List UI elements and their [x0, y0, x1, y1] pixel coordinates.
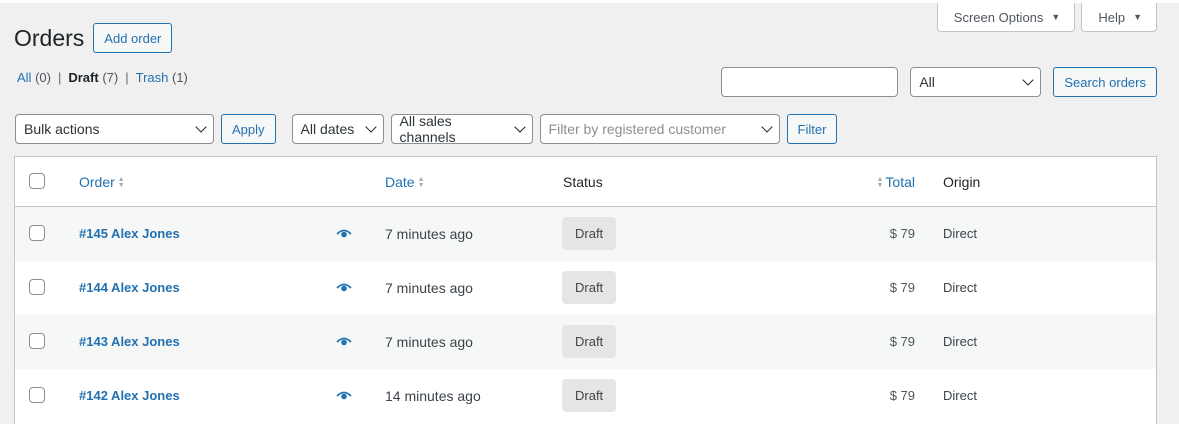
bulk-actions-value: Bulk actions: [24, 121, 100, 137]
order-total: $ 79: [889, 226, 915, 241]
caret-down-icon: ▼: [1051, 12, 1061, 22]
column-date[interactable]: Date ▲ ▼: [385, 174, 425, 190]
view-trash-count: (1): [171, 70, 188, 85]
table-row[interactable]: #144 Alex Jones 7 minutes ago Draft $ 79…: [15, 261, 1156, 315]
screen-meta-links: Screen Options ▼ Help ▼: [936, 3, 1157, 32]
order-origin: Direct: [943, 334, 977, 349]
chevron-down-icon: [514, 121, 526, 133]
orders-table: Order ▲ ▼ Date ▲ ▼ Status ▲ ▼ Total Origin #14…: [14, 156, 1157, 424]
eye-icon[interactable]: [336, 390, 352, 402]
row-checkbox[interactable]: [29, 387, 45, 403]
select-all-checkbox[interactable]: [29, 173, 45, 189]
sort-icon: ▲ ▼: [876, 176, 884, 190]
view-all-link[interactable]: All: [17, 70, 31, 85]
order-date: 7 minutes ago: [385, 226, 473, 242]
eye-icon[interactable]: [336, 228, 352, 240]
search-input[interactable]: [721, 67, 899, 97]
dates-select[interactable]: All dates: [291, 114, 384, 144]
view-trash-link[interactable]: Trash: [136, 70, 169, 85]
dates-value: All dates: [300, 121, 355, 137]
search-filter-value: All: [919, 74, 935, 90]
customer-filter-placeholder: Filter by registered customer: [548, 121, 726, 137]
status-badge: Draft: [562, 325, 617, 358]
order-date: 14 minutes ago: [385, 388, 481, 404]
caret-down-icon: ▼: [1133, 12, 1142, 22]
status-views: All (0) | Draft (7) | Trash (1): [17, 70, 188, 85]
eye-icon[interactable]: [336, 282, 352, 294]
column-order-label: Order: [79, 174, 115, 190]
order-link[interactable]: #145 Alex Jones: [79, 226, 180, 241]
row-checkbox[interactable]: [29, 225, 45, 241]
status-badge: Draft: [562, 379, 617, 412]
column-origin: Origin: [943, 174, 981, 190]
order-total: $ 79: [889, 388, 915, 403]
search-orders-button[interactable]: Search orders: [1053, 67, 1157, 97]
search-filter-select[interactable]: All: [910, 67, 1042, 97]
column-date-label: Date: [385, 174, 415, 190]
column-order[interactable]: Order ▲ ▼: [79, 174, 125, 190]
page-header: Orders Add order: [14, 23, 173, 53]
order-date: 7 minutes ago: [385, 334, 473, 350]
row-checkbox[interactable]: [29, 279, 45, 295]
table-row[interactable]: #143 Alex Jones 7 minutes ago Draft $ 79…: [15, 315, 1156, 369]
customer-filter-select[interactable]: Filter by registered customer: [539, 114, 780, 144]
view-all-count: (0): [35, 70, 51, 85]
chevron-down-icon: [1022, 74, 1035, 86]
order-total: $ 79: [889, 334, 915, 349]
column-total[interactable]: ▲ ▼ Total: [876, 174, 915, 190]
chevron-down-icon: [760, 121, 773, 133]
chevron-down-icon: [364, 121, 377, 133]
help-label: Help: [1098, 9, 1126, 25]
status-badge: Draft: [562, 271, 617, 304]
bulk-actions-select[interactable]: Bulk actions: [15, 114, 214, 144]
status-badge: Draft: [562, 217, 617, 250]
view-separator: |: [57, 70, 62, 85]
chevron-down-icon: [195, 121, 207, 133]
sort-icon: ▲ ▼: [117, 176, 125, 190]
order-origin: Direct: [943, 388, 977, 403]
order-link[interactable]: #142 Alex Jones: [79, 388, 180, 403]
view-draft-link[interactable]: Draft: [68, 70, 98, 85]
tablenav-top: Bulk actions Apply All dates All sales c…: [15, 113, 838, 145]
order-link[interactable]: #143 Alex Jones: [79, 334, 180, 349]
table-row[interactable]: #142 Alex Jones 14 minutes ago Draft $ 7…: [15, 369, 1156, 423]
eye-icon[interactable]: [336, 336, 352, 348]
screen-options-label: Screen Options: [953, 9, 1044, 25]
order-origin: Direct: [943, 226, 977, 241]
order-origin: Direct: [943, 280, 977, 295]
sort-icon: ▲ ▼: [417, 176, 425, 190]
sales-channels-value: All sales channels: [399, 113, 456, 145]
filter-button[interactable]: Filter: [786, 114, 838, 144]
screen-options-button[interactable]: Screen Options ▼: [936, 3, 1076, 32]
view-draft-count: (7): [102, 70, 119, 85]
column-status: Status: [563, 174, 603, 190]
order-link[interactable]: #144 Alex Jones: [79, 280, 180, 295]
apply-button[interactable]: Apply: [221, 114, 276, 144]
view-separator: |: [125, 70, 129, 85]
search-box: All Search orders: [721, 67, 1157, 97]
help-button[interactable]: Help ▼: [1081, 3, 1157, 32]
table-header: Order ▲ ▼ Date ▲ ▼ Status ▲ ▼ Total Origin: [15, 157, 1156, 207]
add-order-button[interactable]: Add order: [93, 23, 173, 53]
column-total-label: Total: [885, 174, 915, 190]
page-title: Orders: [14, 25, 85, 51]
order-date: 7 minutes ago: [385, 280, 473, 296]
sales-channels-select[interactable]: All sales channels: [390, 113, 533, 145]
order-total: $ 79: [889, 280, 915, 295]
row-checkbox[interactable]: [29, 333, 45, 349]
table-row[interactable]: #145 Alex Jones 7 minutes ago Draft $ 79…: [15, 207, 1156, 261]
